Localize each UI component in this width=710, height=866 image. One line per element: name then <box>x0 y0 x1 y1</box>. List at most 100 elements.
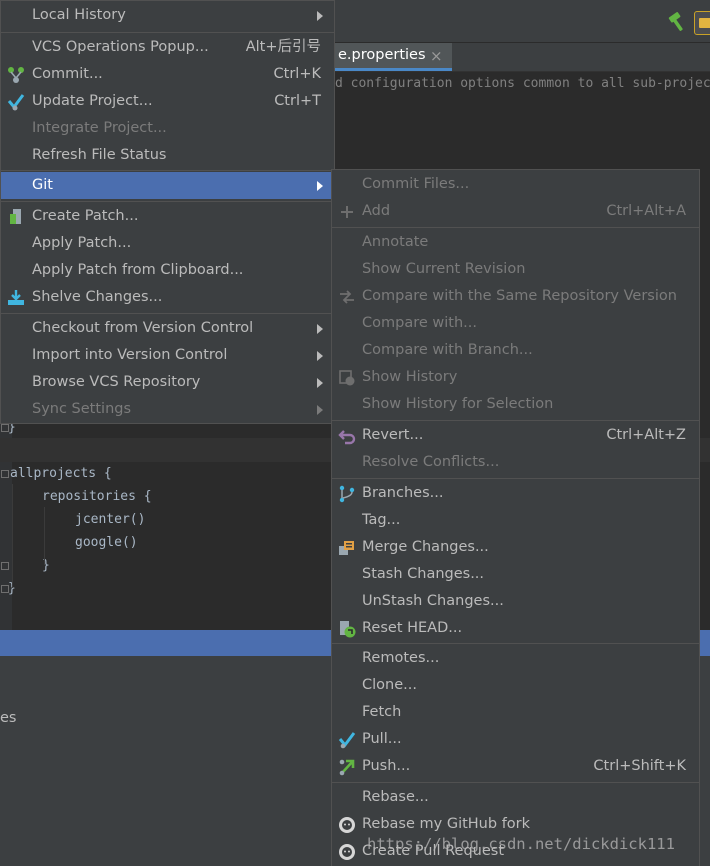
menu-item-show-history: Show History <box>332 364 699 391</box>
menu-item-label: Show History <box>362 369 458 385</box>
submenu-arrow-icon <box>317 405 323 415</box>
fold-marker-icon[interactable] <box>1 424 9 432</box>
submenu-arrow-icon <box>317 324 323 334</box>
commit-icon <box>8 67 24 83</box>
revert-icon <box>338 430 356 445</box>
menu-item-sync-settings: Sync Settings <box>1 396 334 423</box>
menu-item-refresh-file-status[interactable]: Refresh File Status <box>1 142 334 169</box>
menu-item-update-project[interactable]: Update Project... Ctrl+T <box>1 88 334 115</box>
menu-item-shortcut: Ctrl+K <box>273 66 321 82</box>
code-line: jcenter() <box>75 512 146 527</box>
submenu-arrow-icon <box>317 181 323 191</box>
menu-item-label: Checkout from Version Control <box>32 320 254 336</box>
menu-item-label: Import into Version Control <box>32 347 228 363</box>
push-icon <box>339 759 355 776</box>
menu-item-label: Refresh File Status <box>32 147 167 163</box>
menu-item-apply-patch-clipboard[interactable]: Apply Patch from Clipboard... <box>1 257 334 284</box>
menu-item-browse-vcs-repository[interactable]: Browse VCS Repository <box>1 369 334 396</box>
fold-marker-icon[interactable] <box>1 470 9 478</box>
hammer-build-icon[interactable] <box>666 11 688 33</box>
menu-item-compare-with: Compare with... <box>332 310 699 337</box>
menu-item-reset-head[interactable]: Reset HEAD... <box>332 615 699 642</box>
close-icon[interactable]: × <box>430 47 443 65</box>
menu-item-label: Create Patch... <box>32 208 139 224</box>
watermark-text: https://blog.csdn.net/dickdick111 <box>367 835 675 853</box>
menu-item-local-history[interactable]: Local History <box>1 2 334 29</box>
menu-item-create-patch[interactable]: Create Patch... <box>1 203 334 230</box>
menu-item-label: Tag... <box>362 512 401 528</box>
menu-item-label: Show Current Revision <box>362 261 526 277</box>
menu-separator <box>1 313 334 314</box>
menu-item-label: Push... <box>362 758 411 774</box>
menu-item-label: Pull... <box>362 731 402 747</box>
menu-item-label: Apply Patch from Clipboard... <box>32 262 244 278</box>
fold-marker-icon[interactable] <box>1 562 9 570</box>
menu-item-branches[interactable]: Branches... <box>332 480 699 507</box>
menu-separator <box>1 170 334 171</box>
menu-item-shortcut: Ctrl+Shift+K <box>593 758 686 774</box>
menu-item-git[interactable]: Git <box>1 172 334 199</box>
fold-marker-icon[interactable] <box>1 585 9 593</box>
menu-item-fetch[interactable]: Fetch <box>332 699 699 726</box>
menu-item-push[interactable]: Push... Ctrl+Shift+K <box>332 753 699 780</box>
project-structure-icon[interactable] <box>694 11 710 35</box>
git-submenu: Commit Files... Add Ctrl+Alt+A Annotate … <box>331 169 700 866</box>
menu-item-stash-changes[interactable]: Stash Changes... <box>332 561 699 588</box>
menu-item-label: Compare with Branch... <box>362 342 533 358</box>
menu-item-label: Apply Patch... <box>32 235 132 251</box>
menu-item-shortcut: Ctrl+T <box>274 93 321 109</box>
menu-separator <box>1 32 334 33</box>
menu-item-label: Show History for Selection <box>362 396 554 412</box>
menu-item-show-current-revision: Show Current Revision <box>332 256 699 283</box>
pull-icon <box>338 732 356 749</box>
menu-item-remotes[interactable]: Remotes... <box>332 645 699 672</box>
branches-icon <box>339 485 355 503</box>
menu-item-apply-patch[interactable]: Apply Patch... <box>1 230 334 257</box>
github-icon <box>339 844 355 860</box>
menu-item-revert[interactable]: Revert... Ctrl+Alt+Z <box>332 422 699 449</box>
menu-item-integrate-project: Integrate Project... <box>1 115 334 142</box>
menu-item-label: Rebase my GitHub fork <box>362 816 531 832</box>
menu-item-annotate: Annotate <box>332 229 699 256</box>
menu-item-shortcut: Ctrl+Alt+A <box>606 203 686 219</box>
menu-item-commit[interactable]: Commit... Ctrl+K <box>1 61 334 88</box>
menu-item-vcs-operations-popup[interactable]: VCS Operations Popup... Alt+后引号 <box>1 34 334 61</box>
editor-tab-properties[interactable]: e.properties × <box>334 43 452 71</box>
menu-item-rebase-github-fork[interactable]: Rebase my GitHub fork <box>332 811 699 838</box>
bottom-panel-text: es <box>0 710 17 726</box>
menu-item-merge-changes[interactable]: Merge Changes... <box>332 534 699 561</box>
menu-item-clone[interactable]: Clone... <box>332 672 699 699</box>
menu-item-label: VCS Operations Popup... <box>32 39 209 55</box>
menu-item-label: Annotate <box>362 234 429 250</box>
code-comment-line: d configuration options common to all su… <box>335 76 710 91</box>
menu-separator <box>332 643 699 644</box>
menu-item-import-into-vcs[interactable]: Import into Version Control <box>1 342 334 369</box>
menu-item-shelve-changes[interactable]: Shelve Changes... <box>1 284 334 311</box>
menu-item-label: Shelve Changes... <box>32 289 163 305</box>
menu-separator <box>332 478 699 479</box>
update-project-icon <box>7 94 25 111</box>
menu-item-unstash-changes[interactable]: UnStash Changes... <box>332 588 699 615</box>
shelve-icon <box>8 290 24 305</box>
compare-icon <box>340 290 354 304</box>
menu-item-checkout-from-vcs[interactable]: Checkout from Version Control <box>1 315 334 342</box>
menu-item-label: Commit... <box>32 66 103 82</box>
code-line: repositories { <box>42 489 152 504</box>
vcs-menu: Local History VCS Operations Popup... Al… <box>0 0 335 424</box>
menu-item-tag[interactable]: Tag... <box>332 507 699 534</box>
menu-separator <box>332 420 699 421</box>
editor-tab-label: e.properties <box>338 47 426 63</box>
menu-item-show-history-selection: Show History for Selection <box>332 391 699 418</box>
reset-head-icon <box>340 621 356 638</box>
menu-item-label: Commit Files... <box>362 176 470 192</box>
menu-separator <box>1 201 334 202</box>
menu-item-label: Merge Changes... <box>362 539 489 555</box>
menu-item-label: Update Project... <box>32 93 153 109</box>
history-icon <box>339 370 355 386</box>
menu-item-label: Stash Changes... <box>362 566 485 582</box>
menu-item-label: Sync Settings <box>32 401 132 417</box>
menu-item-label: Git <box>32 177 53 193</box>
menu-item-label: Local History <box>32 7 126 23</box>
menu-item-rebase[interactable]: Rebase... <box>332 784 699 811</box>
menu-item-pull[interactable]: Pull... <box>332 726 699 753</box>
